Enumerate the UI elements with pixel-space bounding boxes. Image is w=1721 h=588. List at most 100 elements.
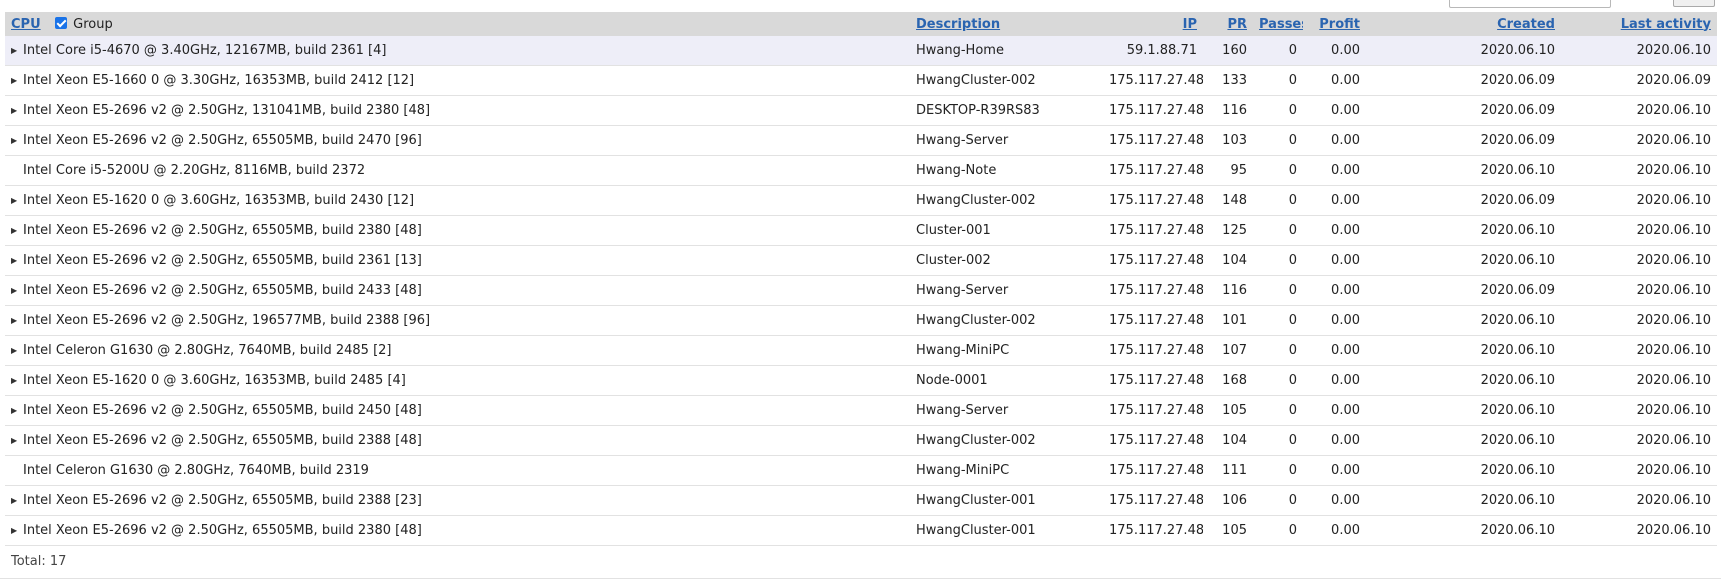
expand-triangle-icon[interactable]: ▶ (11, 226, 23, 235)
cpu-cell: Intel Core i5-5200U @ 2.20GHz, 8116MB, b… (5, 155, 910, 186)
profit-cell: 0.00 (1303, 455, 1366, 486)
table-row[interactable]: ▶ Intel Xeon E5-2696 v2 @ 2.50GHz, 65505M… (5, 395, 1717, 426)
expand-triangle-icon[interactable]: ▶ (11, 346, 23, 355)
cpu-text: Intel Xeon E5-2696 v2 @ 2.50GHz, 65505MB… (23, 403, 422, 418)
expand-triangle-icon[interactable]: ▶ (11, 496, 23, 505)
expand-triangle-icon[interactable]: ▶ (11, 256, 23, 265)
cpu-cell: ▶ Intel Core i5-4670 @ 3.40GHz, 12167MB, … (5, 36, 910, 66)
expand-triangle-icon[interactable]: ▶ (11, 76, 23, 85)
passes-header: Passes (1253, 12, 1303, 36)
expand-triangle-icon[interactable]: ▶ (11, 376, 23, 385)
table-row[interactable]: ▶ Intel Xeon E5-1620 0 @ 3.60GHz, 16353MB… (5, 365, 1717, 396)
table-row[interactable]: ▶ Intel Core i5-4670 @ 3.40GHz, 12167MB, … (5, 36, 1717, 66)
expand-triangle-icon[interactable]: ▶ (11, 526, 23, 535)
table-row[interactable]: ▶ Intel Xeon E5-2696 v2 @ 2.50GHz, 65505M… (5, 425, 1717, 456)
table-row[interactable]: ▶ Intel Xeon E5-2696 v2 @ 2.50GHz, 65505M… (5, 485, 1717, 516)
table-row[interactable]: ▶ Intel Xeon E5-2696 v2 @ 2.50GHz, 65505M… (5, 245, 1717, 276)
description-cell: Cluster-001 (910, 215, 1103, 246)
expand-triangle-icon[interactable]: ▶ (11, 196, 23, 205)
last-activity-cell: 2020.06.10 (1561, 305, 1717, 336)
profit-cell: 0.00 (1303, 275, 1366, 306)
last-activity-cell: 2020.06.10 (1561, 125, 1717, 156)
passes-sort-link[interactable]: Passes (1259, 17, 1303, 32)
description-sort-link[interactable]: Description (916, 17, 1000, 32)
profit-cell: 0.00 (1303, 425, 1366, 456)
description-cell: Hwang-Server (910, 395, 1103, 426)
created-cell: 2020.06.10 (1366, 365, 1561, 396)
divider (0, 578, 1721, 579)
table-row[interactable]: ▶ Intel Xeon E5-2696 v2 @ 2.50GHz, 65505M… (5, 275, 1717, 306)
table-row[interactable]: ▶ Intel Xeon E5-2696 v2 @ 2.50GHz, 131041… (5, 95, 1717, 126)
expand-triangle-icon[interactable]: ▶ (11, 136, 23, 145)
last-activity-cell: 2020.06.10 (1561, 515, 1717, 546)
profit-cell: 0.00 (1303, 485, 1366, 516)
table-row[interactable]: ▶ Intel Xeon E5-2696 v2 @ 2.50GHz, 65505M… (5, 515, 1717, 546)
created-cell: 2020.06.10 (1366, 245, 1561, 276)
last-activity-cell: 2020.06.10 (1561, 185, 1717, 216)
ip-sort-link[interactable]: IP (1183, 17, 1197, 32)
table-row[interactable]: ▶ Intel Xeon E5-2696 v2 @ 2.50GHz, 65505M… (5, 215, 1717, 246)
pr-cell: 104 (1203, 425, 1253, 456)
expand-triangle-icon[interactable]: ▶ (11, 106, 23, 115)
cpu-text: Intel Celeron G1630 @ 2.80GHz, 7640MB, b… (23, 463, 369, 478)
last-activity-cell: 2020.06.10 (1561, 335, 1717, 366)
description-cell: Hwang-Note (910, 155, 1103, 186)
last-activity-cell: 2020.06.10 (1561, 245, 1717, 276)
ip-cell: 175.117.27.48 (1103, 125, 1203, 156)
expand-triangle-icon[interactable]: ▶ (11, 406, 23, 415)
pr-cell: 111 (1203, 455, 1253, 486)
cpu-cell: ▶ Intel Xeon E5-2696 v2 @ 2.50GHz, 65505M… (5, 275, 910, 306)
passes-cell: 0 (1253, 305, 1303, 336)
created-cell: 2020.06.10 (1366, 215, 1561, 246)
table-row[interactable]: Intel Celeron G1630 @ 2.80GHz, 7640MB, b… (5, 455, 1717, 486)
passes-cell: 0 (1253, 335, 1303, 366)
table-row[interactable]: Intel Core i5-5200U @ 2.20GHz, 8116MB, b… (5, 155, 1717, 186)
cpu-text: Intel Celeron G1630 @ 2.80GHz, 7640MB, b… (23, 343, 392, 358)
expand-triangle-icon[interactable]: ▶ (11, 46, 23, 55)
cpu-text: Intel Xeon E5-1620 0 @ 3.60GHz, 16353MB,… (23, 373, 406, 388)
cpu-cell: ▶ Intel Xeon E5-2696 v2 @ 2.50GHz, 65505M… (5, 215, 910, 246)
cpu-sort-link[interactable]: CPU (11, 17, 41, 32)
pr-cell: 168 (1203, 365, 1253, 396)
group-checkbox[interactable] (55, 16, 68, 29)
expand-triangle-icon[interactable]: ▶ (11, 316, 23, 325)
profit-cell: 0.00 (1303, 245, 1366, 276)
description-cell: Cluster-002 (910, 245, 1103, 276)
ip-header: IP (1103, 12, 1203, 36)
group-label[interactable]: Group (73, 17, 113, 32)
description-cell: HwangCluster-002 (910, 185, 1103, 216)
table-row[interactable]: ▶ Intel Xeon E5-2696 v2 @ 2.50GHz, 196577… (5, 305, 1717, 336)
pr-header: PR (1203, 12, 1253, 36)
profit-cell: 0.00 (1303, 65, 1366, 96)
cpu-text: Intel Xeon E5-1620 0 @ 3.60GHz, 16353MB,… (23, 193, 415, 208)
cpu-cell: ▶ Intel Xeon E5-2696 v2 @ 2.50GHz, 131041… (5, 95, 910, 126)
top-toolbar (0, 0, 1721, 12)
cpu-cell: ▶ Intel Xeon E5-2696 v2 @ 2.50GHz, 65505M… (5, 515, 910, 546)
created-cell: 2020.06.10 (1366, 515, 1561, 546)
description-cell: Hwang-MiniPC (910, 335, 1103, 366)
ip-cell: 175.117.27.48 (1103, 155, 1203, 186)
last-activity-sort-link[interactable]: Last activity (1621, 17, 1711, 32)
pr-cell: 106 (1203, 485, 1253, 516)
created-cell: 2020.06.09 (1366, 65, 1561, 96)
table-row[interactable]: ▶ Intel Xeon E5-1620 0 @ 3.60GHz, 16353MB… (5, 185, 1717, 216)
last-activity-cell: 2020.06.10 (1561, 215, 1717, 246)
ip-cell: 175.117.27.48 (1103, 215, 1203, 246)
passes-cell: 0 (1253, 275, 1303, 306)
created-sort-link[interactable]: Created (1497, 17, 1555, 32)
table-row[interactable]: ▶ Intel Celeron G1630 @ 2.80GHz, 7640MB, … (5, 335, 1717, 366)
expand-triangle-icon[interactable]: ▶ (11, 286, 23, 295)
last-activity-header: Last activity (1561, 12, 1717, 36)
passes-cell: 0 (1253, 125, 1303, 156)
profit-cell: 0.00 (1303, 335, 1366, 366)
toolbar-button[interactable] (1673, 0, 1715, 7)
pr-sort-link[interactable]: PR (1227, 17, 1247, 32)
table-row[interactable]: ▶ Intel Xeon E5-2696 v2 @ 2.50GHz, 65505M… (5, 125, 1717, 156)
created-header: Created (1366, 12, 1561, 36)
table-row[interactable]: ▶ Intel Xeon E5-1660 0 @ 3.30GHz, 16353MB… (5, 65, 1717, 96)
search-input[interactable] (1449, 0, 1611, 8)
cpu-text: Intel Xeon E5-2696 v2 @ 2.50GHz, 65505MB… (23, 253, 422, 268)
profit-sort-link[interactable]: Profit (1319, 17, 1360, 32)
expand-triangle-icon[interactable]: ▶ (11, 436, 23, 445)
cpu-text: Intel Core i5-4670 @ 3.40GHz, 12167MB, b… (23, 43, 387, 58)
